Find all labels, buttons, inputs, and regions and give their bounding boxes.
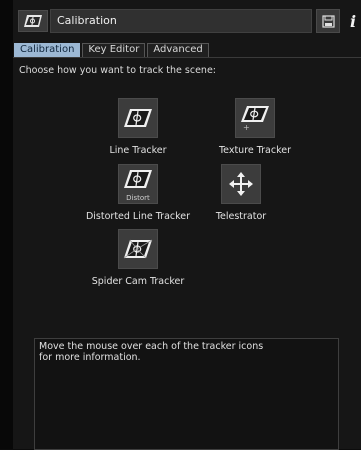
- texture-tracker-label: Texture Tracker: [218, 145, 292, 156]
- distort-icon-text: Distort: [126, 194, 150, 202]
- spider-cam-tracker-label: Spider Cam Tracker: [91, 276, 185, 287]
- window-title: Calibration: [50, 9, 312, 33]
- spider-cam-tracker-icon[interactable]: [118, 229, 158, 269]
- calibration-app-icon[interactable]: [18, 10, 48, 32]
- pitch-texture-icon: +: [241, 106, 269, 131]
- telestrator-option[interactable]: Telestrator: [171, 164, 311, 222]
- tab-bar: Calibration Key Editor Advanced: [14, 43, 211, 57]
- info-text-line-2: for more information.: [39, 352, 141, 363]
- spider-cam-tracker-option[interactable]: Spider Cam Tracker: [68, 229, 208, 287]
- calibration-window: Calibration i Calibration Key Editor Adv…: [0, 0, 361, 450]
- texture-tracker-icon[interactable]: +: [235, 98, 275, 138]
- tab-calibration[interactable]: Calibration: [14, 43, 81, 57]
- pitch-spidercam-icon: [123, 239, 153, 259]
- line-tracker-icon[interactable]: [118, 98, 158, 138]
- texture-tracker-option[interactable]: + Texture Tracker: [185, 98, 325, 156]
- svg-text:+: +: [243, 123, 250, 131]
- instruction-text: Choose how you want to track the scene:: [19, 65, 216, 76]
- save-button[interactable]: [316, 9, 340, 33]
- distorted-line-tracker-icon[interactable]: Distort: [118, 164, 158, 204]
- info-text-line-1: Move the mouse over each of the tracker …: [39, 341, 264, 352]
- info-button[interactable]: i: [344, 9, 361, 33]
- telestrator-icon[interactable]: [221, 164, 261, 204]
- tab-advanced[interactable]: Advanced: [147, 43, 209, 57]
- move-arrows-icon: [229, 172, 253, 196]
- info-panel: Move the mouse over each of the tracker …: [34, 338, 339, 450]
- save-icon: [321, 14, 335, 28]
- pitch-distorted-icon: [124, 170, 152, 188]
- pitch-lines-icon: [124, 109, 152, 127]
- tab-key-editor[interactable]: Key Editor: [82, 43, 146, 57]
- title-bar: Calibration i: [13, 8, 361, 36]
- pitch-icon: [24, 15, 42, 27]
- telestrator-label: Telestrator: [215, 211, 267, 222]
- tab-divider: [13, 57, 361, 58]
